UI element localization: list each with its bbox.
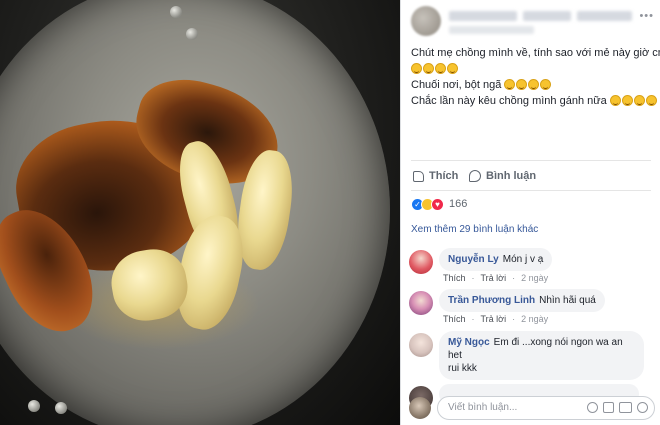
post-photo[interactable]: [0, 0, 400, 425]
comment-time: 2 ngày: [521, 314, 549, 324]
author-avatar[interactable]: [411, 6, 441, 36]
comment-bubble-icon: [469, 170, 481, 182]
sticker-icon[interactable]: [637, 402, 648, 413]
comment-placeholder: Viết bình luận...: [448, 402, 518, 413]
post-header: •••: [411, 6, 656, 36]
emoji-row: [411, 62, 656, 77]
pan-rivet: [170, 6, 182, 18]
comment-reply-link[interactable]: Trả lời: [481, 314, 507, 324]
reactions-summary[interactable]: ✓ ♥ 166: [411, 196, 467, 212]
post-meta-blurred: [449, 26, 534, 34]
laughing-emoji-icon: [447, 63, 458, 74]
laughing-emoji-icon: [609, 95, 621, 106]
comment-time: 2 ngày: [521, 273, 549, 283]
pan-rivet: [186, 28, 198, 40]
commenter-name[interactable]: Nguyễn Ly: [448, 254, 499, 265]
composer-icons: [587, 402, 648, 413]
comment-text: Nhìn hãi quá: [539, 295, 596, 306]
laughing-emoji-icon: [633, 95, 645, 106]
comment-button[interactable]: Bình luận: [469, 166, 660, 186]
post-panel: ••• Chút mẹ chồng mình về, tính sao với …: [400, 0, 660, 425]
caption-line: Chắc lần này kêu chồng mình gánh nữa: [411, 94, 657, 109]
thumb-icon: [413, 170, 424, 182]
pan-rivet: [55, 402, 67, 414]
author-name-blurred[interactable]: [449, 11, 517, 21]
laughing-emoji-icon: [528, 79, 540, 90]
comment-bubble: Nguyễn Ly Món j v ạ: [439, 248, 553, 271]
divider: [411, 190, 651, 191]
avatar[interactable]: [409, 333, 433, 357]
love-reaction-icon: ♥: [431, 197, 444, 211]
comment-text: rui kkk: [448, 363, 477, 374]
more-options-icon[interactable]: •••: [639, 10, 654, 22]
laughing-emoji-icon: [516, 79, 528, 90]
avatar[interactable]: [409, 250, 433, 274]
comment-reply-link[interactable]: Trả lời: [481, 273, 507, 283]
laughing-emoji-icon: [621, 95, 633, 106]
comment-bubble: Trần Phương Linh Nhìn hãi quá: [439, 289, 605, 312]
divider: [411, 160, 651, 161]
caption-line: Chuối nơi, bột ngã: [411, 78, 656, 93]
comment-like-link[interactable]: Thích: [443, 273, 466, 283]
caption-line: Chút mẹ chồng mình về, tính sao với mẻ n…: [411, 47, 660, 59]
reaction-count: 166: [449, 198, 468, 210]
post-caption: Chút mẹ chồng mình về, tính sao với mẻ n…: [411, 46, 660, 110]
laughing-emoji-icon: [411, 63, 422, 74]
view-more-comments-link[interactable]: Xem thêm 29 bình luận khác: [411, 224, 538, 235]
post-actions: Thích Bình luận: [411, 166, 651, 186]
gif-icon[interactable]: [619, 402, 632, 413]
laughing-emoji-icon: [423, 63, 434, 74]
comment-text: Món j v ạ: [502, 254, 544, 265]
commenter-name[interactable]: Mỹ Ngọc: [448, 337, 490, 348]
author-name-blurred: [577, 11, 632, 21]
camera-icon[interactable]: [603, 402, 614, 413]
laughing-emoji-icon: [540, 79, 552, 90]
comment-meta: Thích · Trả lời · 2 ngày: [443, 273, 549, 283]
commenter-name[interactable]: Trần Phương Linh: [448, 295, 535, 306]
pan-rivet: [28, 400, 40, 412]
comment-composer: Viết bình luận...: [409, 394, 655, 422]
author-name-blurred: [523, 11, 571, 21]
comment-bubble: Mỹ Ngọc Em đi ...xong nói ngon wa an het …: [439, 331, 644, 380]
avatar: [409, 397, 431, 419]
laughing-emoji-icon: [435, 63, 446, 74]
laughing-emoji-icon: [645, 95, 657, 106]
comment-input[interactable]: Viết bình luận...: [437, 396, 655, 420]
laughing-emoji-icon: [504, 79, 516, 90]
comment-meta: Thích · Trả lời · 2 ngày: [443, 314, 549, 324]
avatar[interactable]: [409, 291, 433, 315]
emoji-icon[interactable]: [587, 402, 598, 413]
comment-like-link[interactable]: Thích: [443, 314, 466, 324]
like-button[interactable]: Thích: [413, 166, 458, 186]
